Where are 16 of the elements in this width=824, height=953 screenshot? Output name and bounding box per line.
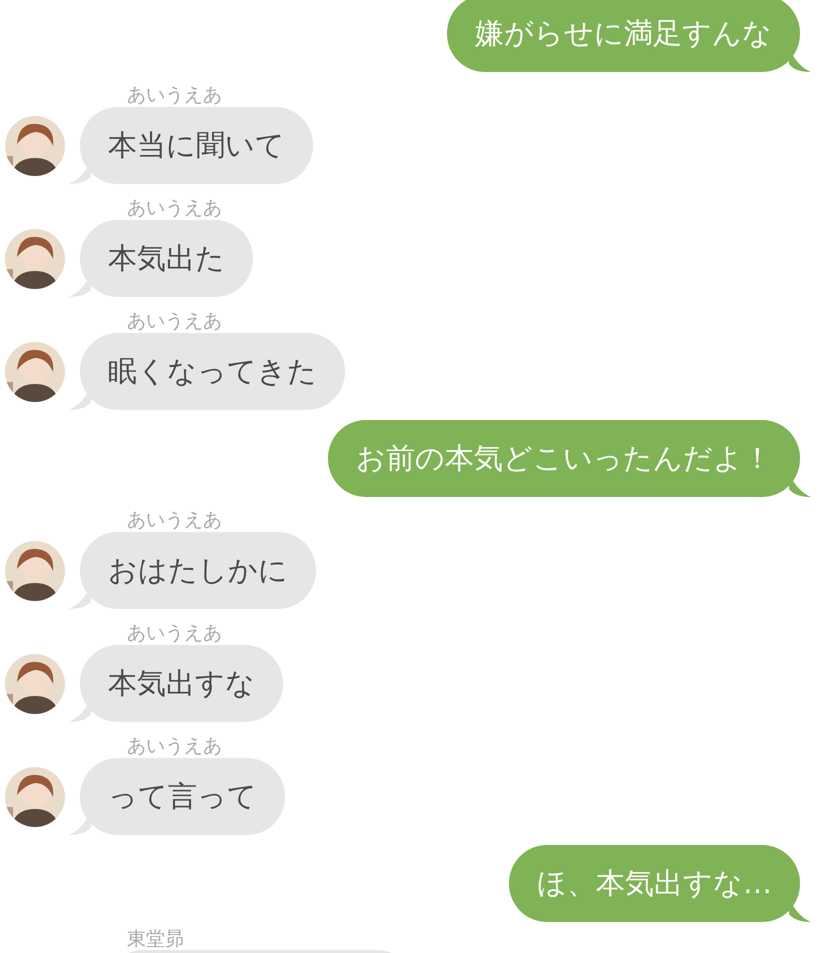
message-bubble: 本気出すな <box>80 645 283 722</box>
message-bubble: って言って <box>80 758 285 835</box>
message-bubble: お前の本気どこいったんだよ！ <box>328 420 800 497</box>
sender-name: あいうえあ <box>127 509 222 531</box>
sender-name: あいうえあ <box>127 310 222 332</box>
message-bubble: 眠くなってきた <box>80 333 345 410</box>
sender-name: あいうえあ <box>127 84 222 106</box>
message-bubble: 本気出た <box>80 220 253 297</box>
message-bubble: ほ、本気出すな… <box>509 845 800 922</box>
sender-name: あいうえあ <box>127 197 222 219</box>
sender-name: あいうえあ <box>127 735 222 757</box>
sender-name: 東堂昴 <box>127 928 184 950</box>
message-bubble: 本当に聞いて <box>80 107 313 184</box>
sender-name: あいうえあ <box>127 622 222 644</box>
message-bubble: おはたしかに <box>80 532 316 609</box>
message-bubble: 嫌がらせに満足すんな <box>447 0 800 72</box>
